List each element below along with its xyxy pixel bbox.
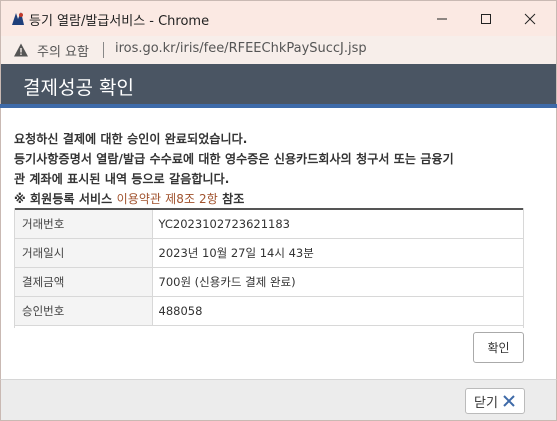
dialog-title: 결제성공 확인 <box>23 77 134 99</box>
address-bar[interactable]: 주의 요함 iros.go.kr/iris/fee/RFEEChkPaySucc… <box>0 36 557 64</box>
payment-info-table: 거래번호 YC2023102723621183 거래일시 2023년 10월 2… <box>14 208 524 326</box>
app-logo-icon <box>9 10 27 28</box>
url-text[interactable]: iros.go.kr/iris/fee/RFEEChkPaySuccJ.jsp <box>115 41 367 56</box>
dialog-header: 결제성공 확인 <box>0 64 557 108</box>
address-divider <box>103 42 104 58</box>
terms-link[interactable]: 이용약관 제8조 2항 <box>117 192 218 206</box>
dialog-content: 요청하신 결제에 대한 승인이 완료되었습니다. 등기사항증명서 열람/발급 수… <box>0 108 557 379</box>
row-label: 거래일시 <box>14 238 153 268</box>
maximize-icon <box>481 14 491 24</box>
table-row: 거래일시 2023년 10월 27일 14시 43분 <box>14 238 524 268</box>
message-line-3: 관 계좌에 표시된 내역 등으로 갈음합니다. <box>14 172 230 186</box>
message-line-1: 요청하신 결제에 대한 승인이 완료되었습니다. <box>14 132 248 146</box>
row-label: 승인번호 <box>14 296 153 326</box>
row-value: 488058 <box>152 296 524 326</box>
row-label: 거래번호 <box>14 209 153 239</box>
maximize-button[interactable] <box>463 1 509 37</box>
message-line-4: ※ 회원등록 서비스 이용약관 제8조 2항 참조 <box>14 190 244 207</box>
close-window-button[interactable] <box>507 1 553 37</box>
warning-icon <box>14 43 28 57</box>
close-dialog-button[interactable]: 닫기 <box>465 388 525 414</box>
minimize-icon <box>437 18 447 20</box>
table-row: 결제금액 700원 (신용카드 결제 완료) <box>14 267 524 297</box>
notice-suffix: 참조 <box>217 192 245 206</box>
row-label: 결제금액 <box>14 267 153 297</box>
close-x-icon <box>503 395 515 407</box>
window-titlebar: 등기 열람/발급서비스 - Chrome <box>0 0 557 36</box>
minimize-button[interactable] <box>419 1 465 37</box>
table-row: 승인번호 488058 <box>14 296 524 326</box>
row-value: 2023년 10월 27일 14시 43분 <box>152 238 524 268</box>
dialog-footer: 닫기 <box>0 379 557 421</box>
row-value: 700원 (신용카드 결제 완료) <box>152 267 524 297</box>
window-title: 등기 열람/발급서비스 - Chrome <box>29 14 210 29</box>
close-icon <box>524 13 536 25</box>
row-value: YC2023102723621183 <box>152 209 524 239</box>
security-status[interactable]: 주의 요함 <box>37 41 89 60</box>
close-button-label: 닫기 <box>474 395 498 411</box>
notice-prefix: ※ 회원등록 서비스 <box>14 192 117 206</box>
message-line-2: 등기사항증명서 열람/발급 수수료에 대한 영수증은 신용카드회사의 청구서 또… <box>14 152 454 166</box>
table-row: 거래번호 YC2023102723621183 <box>14 209 524 239</box>
confirm-button[interactable]: 확인 <box>473 332 524 363</box>
